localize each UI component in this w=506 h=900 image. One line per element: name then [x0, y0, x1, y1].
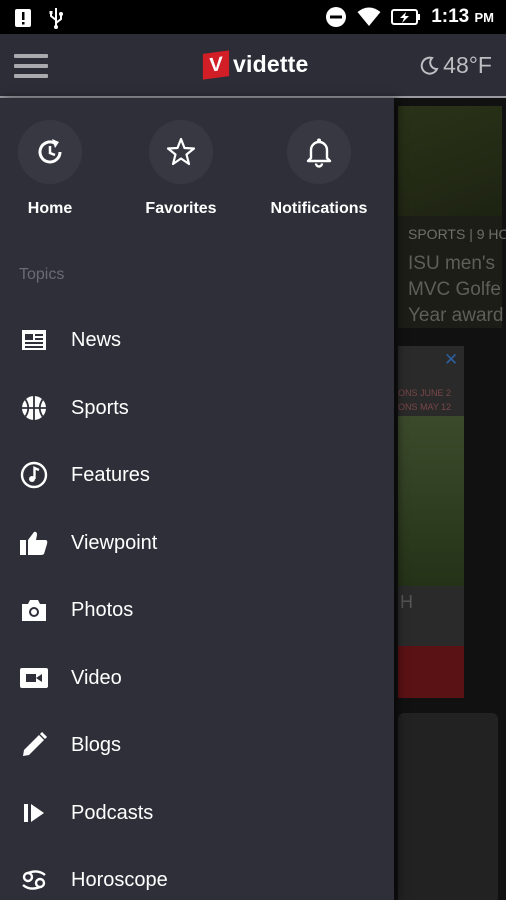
topic-label: Viewpoint [71, 531, 158, 554]
ad-banner [398, 646, 464, 698]
topic-news[interactable]: News [0, 312, 394, 368]
video-camera-icon [19, 663, 49, 693]
topic-horoscope[interactable]: Horoscope [0, 852, 394, 900]
topic-podcasts[interactable]: Podcasts [0, 785, 394, 841]
pencil-icon [19, 730, 49, 760]
topic-label: Video [71, 666, 122, 689]
quick-link-label: Favorites [145, 200, 217, 217]
podcast-play-icon [19, 798, 49, 828]
topic-photos[interactable]: Photos [0, 582, 394, 638]
article-meta: SPORTS | 9 HO [408, 226, 506, 242]
star-icon [166, 137, 196, 166]
article-headline: ISU men's MVC Golfe Year award [408, 251, 503, 329]
usb-icon [49, 8, 63, 29]
headline-line: MVC Golfe [408, 279, 501, 300]
thumbs-up-icon [19, 528, 49, 558]
do-not-disturb-icon [326, 7, 347, 27]
status-time: 1:13 PM [431, 6, 494, 28]
time-ampm: PM [474, 10, 495, 25]
time-value: 1:13 [431, 6, 470, 27]
topic-sports[interactable]: Sports [0, 380, 394, 436]
quick-link-home[interactable]: Home [0, 120, 110, 218]
ad-image [398, 416, 464, 586]
topic-viewpoint[interactable]: Viewpoint [0, 515, 394, 571]
quick-link-favorites[interactable]: Favorites [121, 120, 241, 218]
quick-link-notifications[interactable]: Notifications [259, 120, 379, 218]
alert-notification-icon [15, 9, 31, 27]
topic-features[interactable]: Features [0, 447, 394, 503]
menu-icon[interactable] [14, 54, 48, 80]
wifi-icon [357, 7, 381, 26]
basketball-icon [19, 393, 49, 423]
background-ad: ONS JUNE 2 ONS MAY 12 H [398, 346, 464, 698]
quick-link-label: Home [27, 200, 73, 217]
notifications-circle [287, 120, 351, 184]
home-refresh-icon [38, 139, 62, 164]
ad-close-icon: ✕ [444, 350, 459, 369]
app-logo[interactable]: V vidette [202, 49, 309, 80]
ad-text: ONS MAY 12 [398, 402, 452, 412]
topic-label: Photos [71, 598, 134, 621]
topic-label: Sports [71, 396, 129, 419]
cancer-zodiac-icon [19, 865, 49, 895]
battery-charging-icon [391, 9, 421, 25]
navigation-drawer: Home Favorites Notifications Topics News… [0, 98, 394, 900]
background-article-card: SPORTS | 9 HO ISU men's MVC Golfe Year a… [398, 106, 506, 329]
background-card [398, 713, 498, 900]
topic-label: Features [71, 463, 150, 486]
logo-mark: V [202, 49, 230, 80]
logo-text: vidette [233, 51, 309, 77]
ad-text: ONS JUNE 2 [398, 388, 452, 398]
topics-heading: Topics [19, 266, 65, 283]
quick-link-label: Notifications [270, 200, 368, 217]
app-bar: V vidette 48°F [0, 34, 506, 98]
headline-line: ISU men's [408, 253, 496, 274]
music-note-icon [19, 460, 49, 490]
status-bar: 1:13 PM [0, 0, 506, 34]
weather-widget[interactable]: 48°F [419, 52, 492, 79]
ad-letter: H [400, 592, 413, 612]
topic-label: Horoscope [71, 868, 168, 891]
article-image [398, 106, 502, 216]
newspaper-icon [19, 325, 49, 355]
topic-label: Podcasts [71, 801, 154, 824]
topic-label: News [71, 328, 122, 351]
topic-video[interactable]: Video [0, 650, 394, 706]
camera-icon [19, 595, 49, 625]
moon-icon [420, 56, 439, 75]
background-feed: SPORTS | 9 HO ISU men's MVC Golfe Year a… [394, 98, 506, 900]
topic-label: Blogs [71, 733, 122, 756]
bell-icon [306, 138, 332, 168]
temperature: 48°F [443, 52, 492, 78]
headline-line: Year award [408, 305, 504, 326]
favorites-circle [149, 120, 213, 184]
topic-blogs[interactable]: Blogs [0, 717, 394, 773]
home-circle [18, 120, 82, 184]
